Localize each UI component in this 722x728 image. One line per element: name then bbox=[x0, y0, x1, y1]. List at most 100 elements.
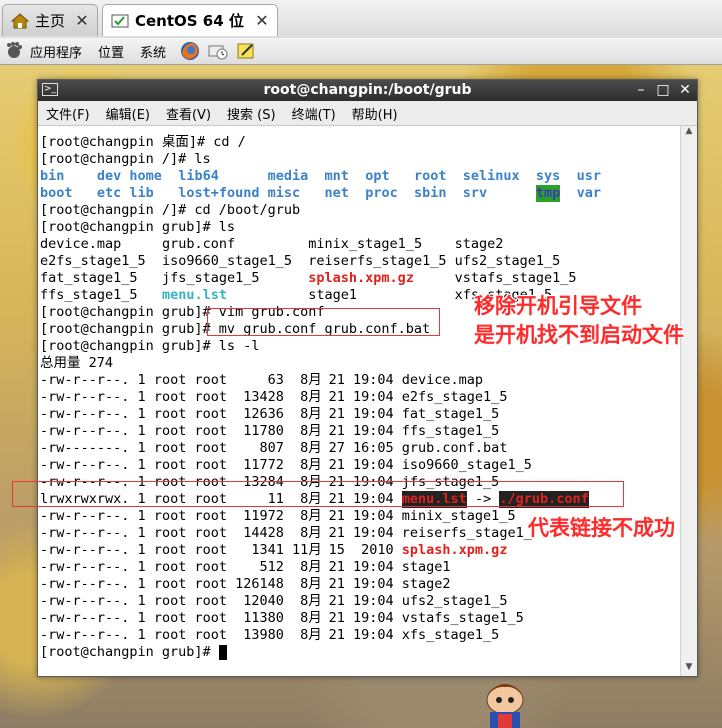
file-name: device.map bbox=[401, 372, 484, 388]
file-owner: root bbox=[153, 627, 187, 643]
table-row: -rw-r--r--. 1 root root 12040 8月 21 19:04 ufs2… bbox=[40, 593, 680, 610]
file-owner: root bbox=[153, 423, 187, 439]
dir-entry: misc bbox=[267, 185, 301, 201]
file-owner: root bbox=[153, 372, 187, 388]
close-icon[interactable]: ✕ bbox=[75, 11, 89, 30]
terminal-line: [root@changpin /]# ls bbox=[40, 151, 211, 167]
file-group: root bbox=[194, 593, 227, 609]
file-time: 19:04 bbox=[353, 576, 394, 592]
file-links: 1 bbox=[137, 593, 146, 609]
menu-search[interactable]: 搜索 (S) bbox=[227, 104, 276, 123]
menu-terminal[interactable]: 终端(T) bbox=[292, 104, 336, 123]
dir-entry: lib64 bbox=[178, 168, 219, 184]
file-permissions: -rw-r--r--. bbox=[40, 508, 130, 524]
terminal-window[interactable]: >_ root@changpin:/boot/grub – □ ✕ 文件(F) … bbox=[37, 79, 698, 677]
window-titlebar[interactable]: >_ root@changpin:/boot/grub – □ ✕ bbox=[38, 80, 697, 101]
file-links: 1 bbox=[137, 576, 146, 592]
dir-entry: lib bbox=[129, 185, 154, 201]
window-title: root@changpin:/boot/grub bbox=[263, 82, 472, 98]
file-entry: splash.xpm.gz bbox=[308, 270, 414, 286]
ls-grub-row: device.map grub.conf minix_stage1_5 stage2 bbox=[40, 236, 680, 253]
system-menu[interactable]: 系统 bbox=[140, 42, 166, 61]
notes-icon[interactable] bbox=[236, 41, 256, 61]
dir-entry: mnt bbox=[324, 168, 349, 184]
file-time: 19:04 bbox=[353, 525, 394, 541]
file-entry: vstafs_stage1_5 bbox=[454, 270, 577, 286]
file-name: fat_stage1_5 bbox=[401, 406, 500, 422]
dir-entry: home bbox=[129, 168, 162, 184]
file-size: 12040 bbox=[235, 593, 284, 609]
file-entry: iso9660_stage1_5 bbox=[161, 253, 292, 269]
file-size: 11972 bbox=[235, 508, 284, 524]
file-owner: root bbox=[153, 508, 187, 524]
file-month: 8月 bbox=[292, 457, 322, 473]
minimize-button[interactable]: – bbox=[631, 80, 651, 101]
file-month: 8月 bbox=[292, 508, 322, 524]
tab-centos-label: CentOS 64 位 bbox=[135, 12, 244, 30]
file-month: 8月 bbox=[292, 576, 322, 592]
file-permissions: -rw-r--r--. bbox=[40, 525, 130, 541]
file-name: ffs_stage1_5 bbox=[401, 423, 500, 439]
menu-view[interactable]: 查看(V) bbox=[166, 104, 211, 123]
file-entry: stage2 bbox=[454, 236, 504, 252]
tab-home[interactable]: 主页 ✕ bbox=[2, 4, 98, 36]
file-links: 1 bbox=[137, 440, 146, 456]
dir-entry: root bbox=[413, 168, 447, 184]
table-row: -rw-------. 1 root root 807 8月 27 16:05 grub.c… bbox=[40, 440, 680, 457]
maximize-button[interactable]: □ bbox=[653, 80, 673, 101]
terminal-line: 总用量 274 bbox=[40, 355, 114, 371]
file-name: vstafs_stage1_5 bbox=[401, 610, 524, 626]
file-links: 1 bbox=[137, 508, 146, 524]
scroll-up-arrow[interactable]: ▲ bbox=[681, 126, 697, 140]
scrollbar[interactable]: ▲ ▼ bbox=[680, 126, 697, 676]
file-entry: fat_stage1_5 bbox=[40, 270, 138, 286]
file-day: 21 bbox=[328, 508, 345, 524]
file-day: 21 bbox=[328, 389, 345, 405]
file-links: 1 bbox=[137, 423, 146, 439]
dir-entry: selinux bbox=[462, 168, 520, 184]
file-month: 8月 bbox=[292, 627, 322, 643]
terminal-prompt-line[interactable]: [root@changpin grub]# bbox=[40, 644, 680, 661]
applications-menu[interactable]: 应用程序 bbox=[30, 42, 82, 61]
file-group: root bbox=[194, 508, 227, 524]
ls-grub-row: e2fs_stage1_5 iso9660_stage1_5 reiserfs_st… bbox=[40, 253, 680, 270]
mail-clock-icon[interactable] bbox=[208, 41, 228, 61]
menu-edit[interactable]: 编辑(E) bbox=[106, 104, 150, 123]
file-name: reiserfs_stage1_ bbox=[401, 525, 532, 541]
file-group: root bbox=[194, 627, 227, 643]
places-menu[interactable]: 位置 bbox=[98, 42, 124, 61]
file-time: 19:04 bbox=[353, 627, 394, 643]
close-button[interactable]: ✕ bbox=[675, 80, 695, 101]
file-size: 807 bbox=[235, 440, 284, 456]
tab-centos[interactable]: CentOS 64 位 ✕ bbox=[102, 4, 278, 36]
file-owner: root bbox=[153, 389, 187, 405]
file-permissions: -rw-r--r--. bbox=[40, 457, 130, 473]
file-owner: root bbox=[153, 440, 187, 456]
close-icon[interactable]: ✕ bbox=[255, 11, 269, 30]
file-month: 8月 bbox=[292, 406, 322, 422]
terminal-output[interactable]: [root@changpin 桌面]# cd / [root@changpin … bbox=[38, 126, 680, 676]
file-permissions: -rw-r--r--. bbox=[40, 542, 130, 558]
table-row: -rw-r--r--. 1 root root 12636 8月 21 19:04 fat_… bbox=[40, 406, 680, 423]
file-time: 19:04 bbox=[353, 610, 394, 626]
dir-entry: proc bbox=[365, 185, 398, 201]
dir-entry: sbin bbox=[413, 185, 447, 201]
file-day: 21 bbox=[328, 406, 345, 422]
annotation-remove-note-2: 是开机找不到启动文件 bbox=[474, 323, 684, 347]
firefox-icon[interactable] bbox=[180, 41, 200, 61]
menu-file[interactable]: 文件(F) bbox=[46, 104, 90, 123]
file-name: minix_stage1_5 bbox=[401, 508, 516, 524]
file-day: 21 bbox=[328, 576, 345, 592]
dir-entry: media bbox=[267, 168, 309, 184]
gnome-foot-icon bbox=[7, 42, 22, 58]
file-group: root bbox=[194, 610, 227, 626]
menu-help[interactable]: 帮助(H) bbox=[352, 104, 398, 123]
ls-grub-row: fat_stage1_5 jfs_stage1_5 splash.xpm.gz vst… bbox=[40, 270, 680, 287]
table-row: -rw-r--r--. 1 root root 1341 11月 15 2010 splas… bbox=[40, 542, 680, 559]
file-permissions: -rw-------. bbox=[40, 440, 130, 456]
dir-entry: boot bbox=[40, 185, 73, 201]
file-permissions: -rw-r--r--. bbox=[40, 372, 130, 388]
text-cursor bbox=[218, 644, 227, 660]
file-size: 13428 bbox=[235, 389, 284, 405]
scroll-down-arrow[interactable]: ▼ bbox=[681, 662, 697, 676]
